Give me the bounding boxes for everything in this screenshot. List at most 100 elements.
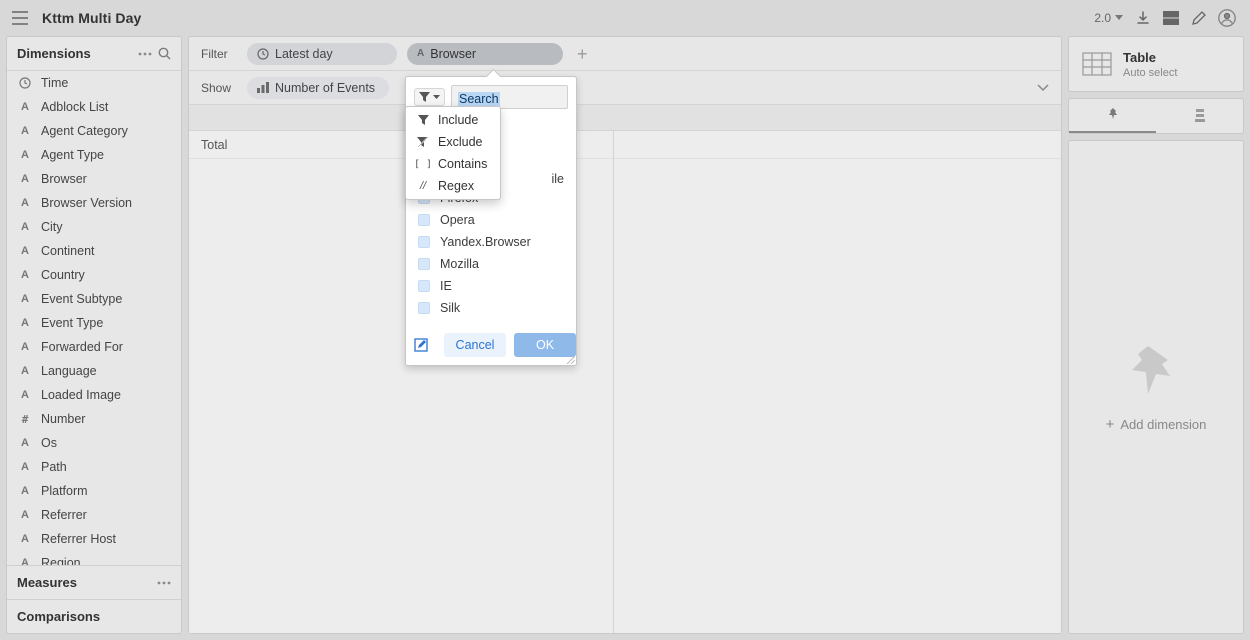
tab-other[interactable] bbox=[1156, 99, 1243, 133]
dimension-label: Event Subtype bbox=[41, 292, 122, 306]
filter-value-label: ile bbox=[551, 172, 564, 186]
table-icon bbox=[1081, 50, 1113, 78]
dimension-item[interactable]: AAgent Type bbox=[7, 143, 181, 167]
edit-icon[interactable] bbox=[1185, 7, 1212, 30]
dimension-label: Country bbox=[41, 268, 85, 282]
plus-icon: + bbox=[1106, 416, 1115, 433]
search-icon[interactable] bbox=[152, 47, 171, 60]
dimension-item[interactable]: A Event Subtype bbox=[7, 287, 181, 311]
panels-icon[interactable] bbox=[1157, 7, 1185, 29]
dimension-type-icon: # bbox=[17, 413, 33, 426]
dimension-type-icon: A bbox=[17, 125, 33, 137]
dimension-label: City bbox=[41, 220, 63, 234]
mode-menu-item[interactable]: Include bbox=[406, 109, 500, 131]
filter-value-item[interactable]: IE bbox=[406, 275, 576, 297]
measures-title: Measures bbox=[17, 575, 77, 590]
mode-label: Regex bbox=[438, 179, 474, 193]
mode-icon: [ ] bbox=[416, 159, 430, 170]
filter-value-label: Silk bbox=[440, 301, 460, 315]
dimension-item[interactable]: APlatform bbox=[7, 479, 181, 503]
dimension-item[interactable]: A City bbox=[7, 215, 181, 239]
funnel-icon bbox=[419, 92, 430, 102]
dimension-item[interactable]: AForwarded For bbox=[7, 335, 181, 359]
filter-mode-menu: Include Exclude [ ]Contains//Regex bbox=[405, 106, 501, 200]
dimension-type-icon: A bbox=[17, 365, 33, 377]
visualization-selector[interactable]: Table Auto select bbox=[1068, 36, 1244, 92]
checkbox[interactable] bbox=[418, 214, 430, 226]
dimension-item[interactable]: ALoaded Image bbox=[7, 383, 181, 407]
chevron-down-icon bbox=[433, 95, 440, 100]
app-header: Kttm Multi Day 2.0 bbox=[0, 0, 1250, 36]
measures-header[interactable]: Measures bbox=[7, 565, 181, 599]
dimensions-header: Dimensions bbox=[7, 37, 181, 71]
stack-icon bbox=[1193, 109, 1207, 123]
edit-filter-button[interactable] bbox=[414, 333, 428, 357]
pill-label: Latest day bbox=[275, 47, 333, 61]
resize-handle-icon[interactable] bbox=[565, 354, 575, 364]
dimension-item[interactable]: AEvent Type bbox=[7, 311, 181, 335]
checkbox[interactable] bbox=[418, 280, 430, 292]
mode-menu-item[interactable]: Exclude bbox=[406, 131, 500, 153]
add-filter-button[interactable]: + bbox=[573, 45, 592, 63]
dimension-item[interactable]: AAdblock List bbox=[7, 95, 181, 119]
dimension-item[interactable]: A Country bbox=[7, 263, 181, 287]
dimension-item[interactable]: AOs bbox=[7, 431, 181, 455]
checkbox[interactable] bbox=[418, 258, 430, 270]
dimension-label: Agent Category bbox=[41, 124, 128, 138]
dimension-item[interactable]: ABrowser bbox=[7, 167, 181, 191]
dimensions-title: Dimensions bbox=[17, 46, 91, 61]
filter-value-label: IE bbox=[440, 279, 452, 293]
dimension-list: TimeAAdblock ListAAgent CategoryAAgent T… bbox=[7, 71, 181, 565]
dimension-item[interactable]: #Number bbox=[7, 407, 181, 431]
dimension-type-icon: A bbox=[17, 269, 33, 281]
filter-label: Filter bbox=[201, 47, 237, 61]
download-icon[interactable] bbox=[1129, 6, 1157, 30]
filter-value-item[interactable]: Mozilla bbox=[406, 253, 576, 275]
dimension-item[interactable]: A Agent Category bbox=[7, 119, 181, 143]
more-icon[interactable] bbox=[157, 581, 171, 585]
dimension-label: Browser bbox=[41, 172, 87, 186]
dimension-item[interactable]: AReferrer Host bbox=[7, 527, 181, 551]
mode-label: Include bbox=[438, 113, 478, 127]
comparisons-header[interactable]: Comparisons bbox=[7, 599, 181, 633]
expand-measures-button[interactable] bbox=[1037, 84, 1049, 92]
dimension-item[interactable]: Time bbox=[7, 71, 181, 95]
dimension-item[interactable]: AContinent bbox=[7, 239, 181, 263]
dimension-item[interactable]: APath bbox=[7, 455, 181, 479]
mode-menu-item[interactable]: //Regex bbox=[406, 175, 500, 197]
filter-value-item[interactable]: Silk bbox=[406, 297, 576, 319]
dimension-item[interactable]: ARegion bbox=[7, 551, 181, 565]
dimension-label: Event Type bbox=[41, 316, 103, 330]
user-icon[interactable] bbox=[1212, 5, 1242, 31]
filter-value-label: Mozilla bbox=[440, 257, 479, 271]
dimension-item[interactable]: ALanguage bbox=[7, 359, 181, 383]
checkbox[interactable] bbox=[418, 236, 430, 248]
dimension-item[interactable]: AReferrer bbox=[7, 503, 181, 527]
mode-label: Exclude bbox=[438, 135, 482, 149]
version-selector[interactable]: 2.0 bbox=[1088, 11, 1129, 25]
tab-pinned[interactable] bbox=[1069, 99, 1156, 133]
filter-mode-button[interactable] bbox=[414, 88, 445, 106]
filter-pill-latest-day[interactable]: Latest day bbox=[247, 43, 397, 65]
visualization-title: Table bbox=[1123, 50, 1177, 65]
checkbox[interactable] bbox=[418, 302, 430, 314]
cancel-label: Cancel bbox=[456, 338, 495, 352]
mode-menu-item[interactable]: [ ]Contains bbox=[406, 153, 500, 175]
drop-zone: + Add dimension bbox=[1068, 140, 1244, 634]
dimension-type-icon: A bbox=[17, 293, 33, 305]
show-pill-number-of-events[interactable]: Number of Events bbox=[247, 77, 389, 99]
add-dimension-button[interactable]: + Add dimension bbox=[1106, 416, 1207, 433]
filter-value-item[interactable]: Yandex.Browser bbox=[406, 231, 576, 253]
filter-value-item[interactable]: Opera bbox=[406, 209, 576, 231]
filter-value-label: Yandex.Browser bbox=[440, 235, 531, 249]
pill-label: Number of Events bbox=[275, 81, 375, 95]
cancel-button[interactable]: Cancel bbox=[444, 333, 506, 357]
mode-icon bbox=[416, 115, 430, 125]
menu-icon[interactable] bbox=[8, 11, 32, 25]
dimension-label: Adblock List bbox=[41, 100, 108, 114]
more-icon[interactable] bbox=[132, 52, 152, 56]
filter-pill-browser[interactable]: A Browser bbox=[407, 43, 563, 65]
dimension-type-icon: A bbox=[17, 221, 33, 233]
dimension-label: Referrer bbox=[41, 508, 87, 522]
dimension-item[interactable]: ABrowser Version bbox=[7, 191, 181, 215]
